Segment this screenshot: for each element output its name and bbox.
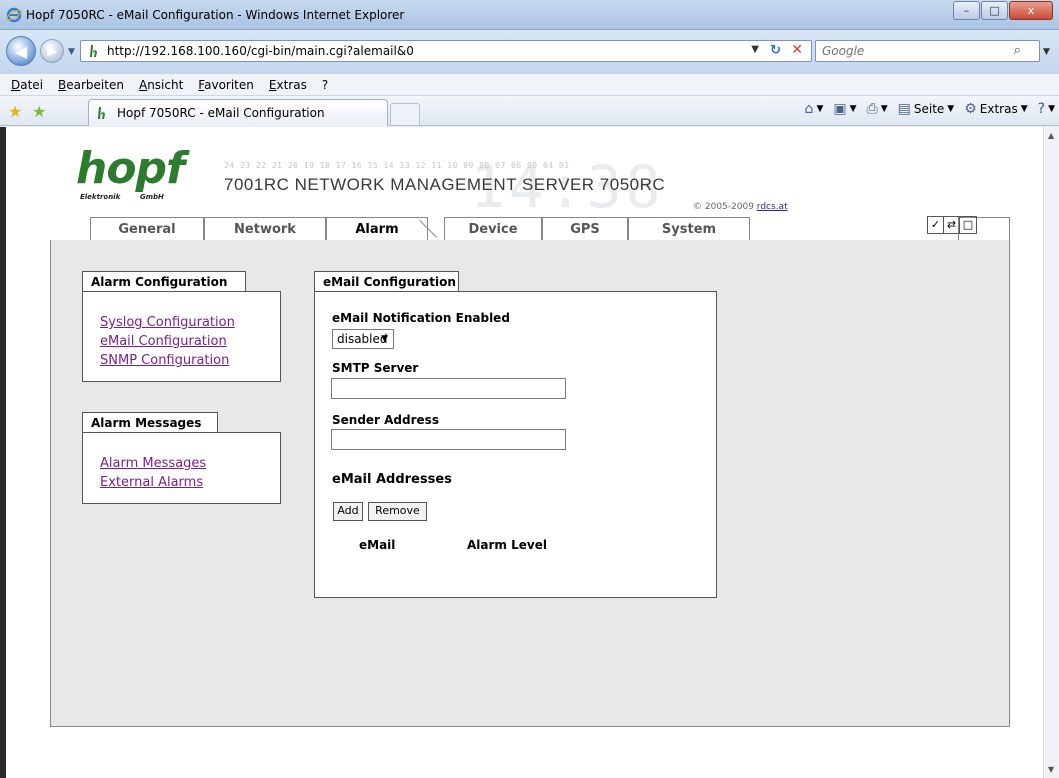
search-icon[interactable]: ⌕ <box>1014 43 1021 58</box>
link-external-alarms[interactable]: External Alarms <box>100 473 280 492</box>
search-options-dropdown-icon[interactable]: ▼ <box>1043 47 1050 57</box>
page-icon: ▤ <box>897 101 911 117</box>
tab-tools: ✓ ⇄ □ <box>927 216 977 234</box>
search-box[interactable]: ⌕ <box>815 40 1040 62</box>
back-button[interactable]: ◀ <box>6 36 36 66</box>
window-title: Hopf 7050RC - eMail Configuration - Wind… <box>26 8 405 22</box>
gear-icon: ⚙ <box>964 101 977 117</box>
print-button[interactable]: ⎙ ▼ <box>867 101 888 117</box>
refresh-icon[interactable]: ↻ <box>770 43 781 58</box>
forward-button[interactable]: ▶ <box>40 39 64 63</box>
stop-icon[interactable]: ✕ <box>791 42 803 58</box>
tab-gps[interactable]: GPS <box>542 217 628 241</box>
email-config-box-title: eMail Configuration <box>314 271 459 292</box>
tools-menu-label: Extras <box>979 102 1018 116</box>
tab-alarm[interactable]: Alarm <box>326 217 428 242</box>
window-controls: – □ x <box>953 1 1053 20</box>
menu-favoriten[interactable]: Favoriten <box>191 78 262 92</box>
maximize-button[interactable]: □ <box>981 1 1008 20</box>
address-field[interactable]: http://192.168.100.160/cgi-bin/main.cgi?… <box>80 40 812 62</box>
page-menu-button[interactable]: ▤ Seite ▼ <box>898 101 955 117</box>
alarm-messages-box-title: Alarm Messages <box>82 412 218 433</box>
tab-general[interactable]: General <box>90 217 204 241</box>
minimize-button[interactable]: – <box>953 1 980 20</box>
link-snmp-config[interactable]: SNMP Configuration <box>100 351 280 370</box>
sender-address-label: Sender Address <box>332 413 439 427</box>
scroll-down-icon[interactable]: ▼ <box>1048 765 1054 774</box>
vertical-scrollbar[interactable]: ▲ ▼ <box>1043 127 1059 778</box>
scroll-up-icon[interactable]: ▲ <box>1048 131 1054 140</box>
link-alarm-messages[interactable]: Alarm Messages <box>100 454 280 473</box>
led-number-row: 24 23 22 21 20 19 18 17 16 15 14 13 12 1… <box>224 161 570 170</box>
recent-pages-dropdown-icon[interactable]: ▼ <box>68 47 75 57</box>
internet-explorer-icon <box>6 7 22 23</box>
copyright-notice: © 2005-2009 rdcs.at <box>693 202 788 212</box>
menu-bearbeiten[interactable]: Bearbeiten <box>51 78 132 92</box>
window-left-edge <box>0 127 6 778</box>
rdcs-link[interactable]: rdcs.at <box>757 202 788 212</box>
notification-select[interactable]: disabled ▼ <box>332 329 394 349</box>
menu-bar: Datei Bearbeiten Ansicht Favoriten Extra… <box>0 74 1059 96</box>
add-button[interactable]: Add <box>333 502 363 521</box>
apply-check-icon[interactable]: ✓ <box>928 217 944 233</box>
rss-feed-icon: ▣ <box>833 101 847 117</box>
notification-label: eMail Notification Enabled <box>332 311 510 325</box>
page-title: 7001RC NETWORK MANAGEMENT SERVER 7050RC <box>224 175 666 194</box>
save-icon[interactable]: □ <box>960 217 976 233</box>
hopf-favicon-icon <box>98 107 105 119</box>
main-nav-tabs: General Network Alarm Device GPS System … <box>50 216 1010 242</box>
page-header: 14:38 hopf Elektronik GmbH 24 23 22 21 2… <box>50 145 813 217</box>
hopf-favicon-icon <box>87 43 103 59</box>
alarm-config-box-title: Alarm Configuration <box>82 271 246 292</box>
hopf-logo: hopf Elektronik GmbH <box>76 145 185 207</box>
logo-subtitle-left: Elektronik <box>80 193 121 201</box>
remove-button[interactable]: Remove <box>368 502 427 521</box>
tab-device[interactable]: Device <box>444 217 542 241</box>
add-favorite-icon[interactable]: ★ <box>32 102 46 121</box>
alarm-config-box: Syslog Configuration eMail Configuration… <box>82 291 281 382</box>
home-icon: ⌂ <box>804 101 814 117</box>
command-bar: ⌂ ▼ ▣ ▼ ⎙ ▼ ▤ Seite ▼ ⚙ Extras ▼ ? ▼ <box>805 101 1055 117</box>
menu-ansicht[interactable]: Ansicht <box>132 78 191 92</box>
notification-select-value: disabled <box>337 332 388 346</box>
url-text: http://192.168.100.160/cgi-bin/main.cgi?… <box>107 44 414 58</box>
address-dropdown-icon[interactable]: ▼ <box>751 44 759 55</box>
smtp-server-label: SMTP Server <box>332 361 419 375</box>
tab-system[interactable]: System <box>628 217 750 241</box>
favorites-star-icon[interactable]: ★ <box>8 102 22 121</box>
alarm-messages-box: Alarm Messages External Alarms <box>82 432 281 504</box>
email-column-header: eMail <box>359 538 396 552</box>
smtp-server-input[interactable] <box>331 378 566 399</box>
new-tab-button[interactable] <box>390 103 420 125</box>
email-addresses-label: eMail Addresses <box>332 472 452 487</box>
menu-help[interactable]: ? <box>315 78 336 92</box>
feeds-button[interactable]: ▣ ▼ <box>833 101 856 117</box>
printer-icon: ⎙ <box>866 101 878 117</box>
search-input[interactable] <box>822 41 1002 61</box>
menu-extras[interactable]: Extras <box>262 78 315 92</box>
home-button[interactable]: ⌂ ▼ <box>805 101 824 117</box>
link-syslog-config[interactable]: Syslog Configuration <box>100 313 280 332</box>
copyright-text: © 2005-2009 <box>693 202 754 212</box>
tools-menu-button[interactable]: ⚙ Extras ▼ <box>964 101 1027 117</box>
close-button[interactable]: x <box>1009 1 1053 20</box>
chevron-down-icon: ▼ <box>381 334 388 344</box>
browser-tab-active[interactable]: Hopf 7050RC - eMail Configuration <box>88 99 388 126</box>
browser-tab-title: Hopf 7050RC - eMail Configuration <box>117 106 325 120</box>
address-toolbar: ◀ ▶ ▼ http://192.168.100.160/cgi-bin/mai… <box>0 30 1059 74</box>
window-titlebar: Hopf 7050RC - eMail Configuration - Wind… <box>0 0 1059 30</box>
sender-address-input[interactable] <box>331 429 566 450</box>
logo-subtitle-right: GmbH <box>140 193 164 201</box>
reload-swap-icon[interactable]: ⇄ <box>944 217 960 233</box>
link-email-config[interactable]: eMail Configuration <box>100 332 280 351</box>
favorites-bar: ★ ★ Hopf 7050RC - eMail Configuration ⌂ ▼… <box>0 96 1059 126</box>
page-menu-label: Seite <box>913 102 945 116</box>
help-button[interactable]: ? ▼ <box>1038 101 1055 117</box>
tab-network[interactable]: Network <box>204 217 326 241</box>
alarm-level-column-header: Alarm Level <box>467 538 547 552</box>
logo-wordmark: hopf <box>76 145 185 194</box>
menu-datei[interactable]: Datei <box>4 78 51 92</box>
help-icon: ? <box>1037 101 1046 117</box>
